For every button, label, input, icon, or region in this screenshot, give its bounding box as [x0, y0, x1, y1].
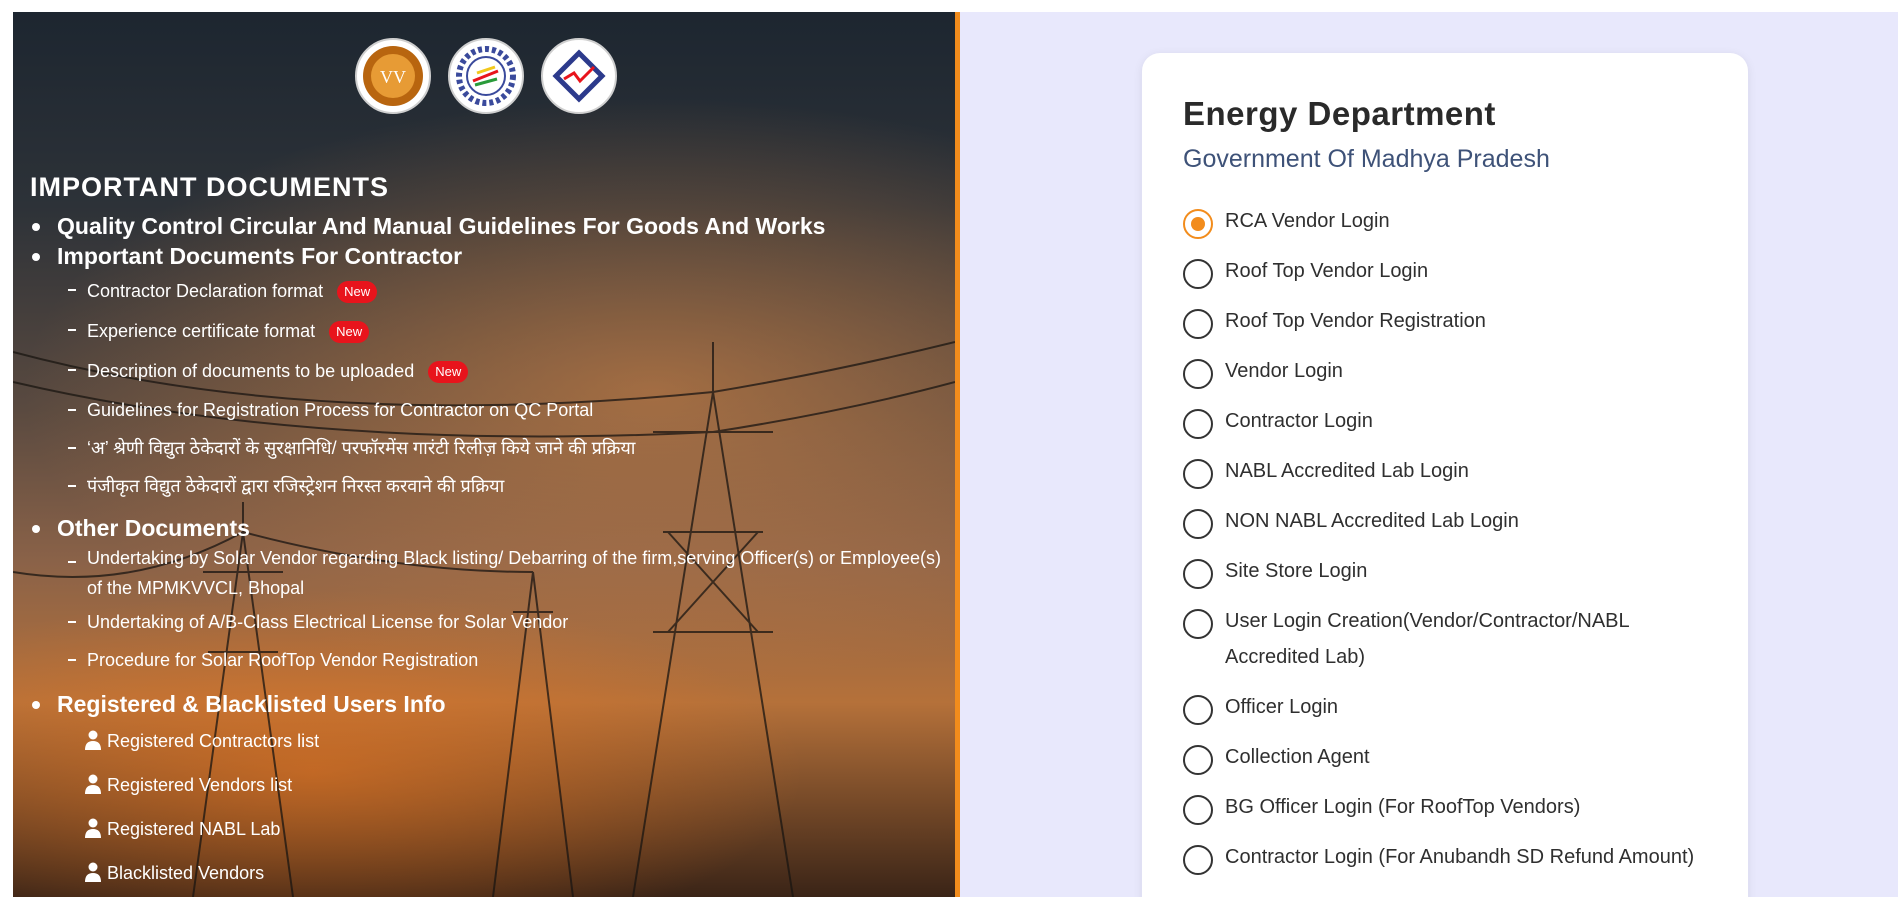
login-option[interactable]: NON NABL Accredited Lab Login	[1183, 503, 1723, 539]
login-option[interactable]: Roof Top Vendor Login	[1183, 253, 1723, 289]
vv-logo: VV	[355, 38, 431, 114]
doc-link-guidelines[interactable]: Guidelines for Registration Process for …	[30, 391, 950, 429]
doc-link-experience[interactable]: Experience certificate format New	[30, 311, 950, 351]
login-option-label: NABL Accredited Lab Login	[1225, 460, 1469, 482]
login-panel: Energy Department Government Of Madhya P…	[960, 12, 1898, 897]
user-icon	[85, 730, 101, 750]
new-badge: New	[329, 321, 370, 344]
login-option-label: Officer Login	[1225, 696, 1339, 718]
login-option[interactable]: Collection Agent	[1183, 739, 1723, 775]
user-link-label: Registered NABL Lab	[107, 819, 281, 839]
doc-link-label: Contractor Declaration format	[87, 281, 324, 301]
login-option[interactable]: Roof Top Vendor Registration	[1183, 303, 1723, 339]
gear-logo	[448, 38, 524, 114]
user-icon	[85, 818, 101, 838]
login-option-label: User Login Creation(Vendor/Contractor/NA…	[1225, 610, 1629, 668]
users-info-heading: Registered & Blacklisted Users Info	[30, 689, 950, 719]
login-options: RCA Vendor Login Roof Top Vendor Login Roo…	[1183, 203, 1723, 889]
radio-button[interactable]	[1183, 845, 1213, 875]
quality-control-link[interactable]: Quality Control Circular And Manual Guid…	[30, 211, 950, 241]
doc-link-undertaking-license[interactable]: Undertaking of A/B-Class Electrical Lice…	[30, 603, 950, 641]
login-option[interactable]: Contractor Login	[1183, 403, 1723, 439]
user-icon	[85, 774, 101, 794]
login-option[interactable]: Site Store Login	[1183, 553, 1723, 589]
doc-link-label: Description of documents to be uploaded	[87, 361, 415, 381]
card-subtitle: Government Of Madhya Pradesh	[1183, 145, 1550, 173]
login-option-label: NON NABL Accredited Lab Login	[1225, 510, 1519, 532]
doc-link-rooftop-procedure[interactable]: Procedure for Solar RoofTop Vendor Regis…	[30, 641, 950, 679]
registered-vendors-link[interactable]: Registered Vendors list	[30, 763, 950, 807]
svg-text:VV: VV	[380, 67, 406, 87]
doc-link-registration-cancel[interactable]: पंजीकृत विद्युत ठेकेदारों द्वारा रजिस्ट्…	[30, 467, 950, 509]
login-option-label: RCA Vendor Login	[1225, 210, 1390, 232]
doc-link-label: Experience certificate format	[87, 321, 316, 341]
new-badge: New	[337, 281, 378, 304]
radio-button[interactable]	[1183, 795, 1213, 825]
radio-button[interactable]	[1183, 259, 1213, 289]
page-frame: VV IMPORTANT DOCUMENTS Quality Control C…	[13, 12, 1898, 897]
diamond-logo	[541, 38, 617, 114]
user-link-label: Registered Vendors list	[107, 775, 293, 795]
login-option-label: Roof Top Vendor Registration	[1225, 310, 1486, 332]
new-badge: New	[428, 361, 469, 384]
login-option-label: BG Officer Login (For RoofTop Vendors)	[1225, 796, 1581, 818]
login-option[interactable]: NABL Accredited Lab Login	[1183, 453, 1723, 489]
radio-button[interactable]	[1183, 745, 1213, 775]
blacklisted-vendors-link[interactable]: Blacklisted Vendors	[30, 851, 950, 895]
registered-nabl-link[interactable]: Registered NABL Lab	[30, 807, 950, 851]
documents-panel: VV IMPORTANT DOCUMENTS Quality Control C…	[13, 12, 955, 897]
user-icon	[85, 862, 101, 882]
login-option[interactable]: BG Officer Login (For RoofTop Vendors)	[1183, 789, 1723, 825]
section-title: IMPORTANT DOCUMENTS	[30, 172, 389, 202]
doc-link-declaration[interactable]: Contractor Declaration format New	[30, 271, 950, 311]
login-option[interactable]: User Login Creation(Vendor/Contractor/NA…	[1183, 603, 1723, 675]
login-option[interactable]: RCA Vendor Login	[1183, 203, 1723, 239]
doc-link-description[interactable]: Description of documents to be uploaded N…	[30, 351, 950, 391]
logo-row: VV	[355, 38, 617, 114]
login-option-label: Vendor Login	[1225, 360, 1343, 382]
radio-button[interactable]	[1183, 509, 1213, 539]
doc-link-undertaking-blacklist[interactable]: Undertaking by Solar Vendor regarding Bl…	[30, 543, 950, 603]
login-option-label: Collection Agent	[1225, 746, 1370, 768]
radio-button[interactable]	[1183, 409, 1213, 439]
radio-button[interactable]	[1183, 209, 1213, 239]
login-option-label: Site Store Login	[1225, 560, 1368, 582]
radio-button[interactable]	[1183, 459, 1213, 489]
radio-button[interactable]	[1183, 609, 1213, 639]
card-title: Energy Department	[1183, 95, 1496, 132]
user-link-label: Registered Contractors list	[107, 731, 320, 751]
login-option[interactable]: Contractor Login (For Anubandh SD Refund…	[1183, 839, 1723, 875]
user-link-label: Blacklisted Vendors	[107, 863, 265, 883]
radio-button[interactable]	[1183, 695, 1213, 725]
login-option[interactable]: Vendor Login	[1183, 353, 1723, 389]
registered-contractors-link[interactable]: Registered Contractors list	[30, 719, 950, 763]
login-option[interactable]: Officer Login	[1183, 689, 1723, 725]
login-option-label: Contractor Login (For Anubandh SD Refund…	[1225, 846, 1695, 868]
login-card: Energy Department Government Of Madhya P…	[1142, 53, 1748, 897]
radio-button[interactable]	[1183, 359, 1213, 389]
documents-content: IMPORTANT DOCUMENTS Quality Control Circ…	[30, 172, 950, 895]
doc-link-security-release[interactable]: ‘अ’ श्रेणी विद्युत ठेकेदारों के सुरक्षान…	[30, 429, 950, 467]
login-option-label: Roof Top Vendor Login	[1225, 260, 1429, 282]
radio-button[interactable]	[1183, 309, 1213, 339]
other-docs-heading: Other Documents	[30, 513, 950, 543]
radio-button[interactable]	[1183, 559, 1213, 589]
contractor-docs-heading: Important Documents For Contractor	[30, 241, 950, 271]
login-option-label: Contractor Login	[1225, 410, 1373, 432]
